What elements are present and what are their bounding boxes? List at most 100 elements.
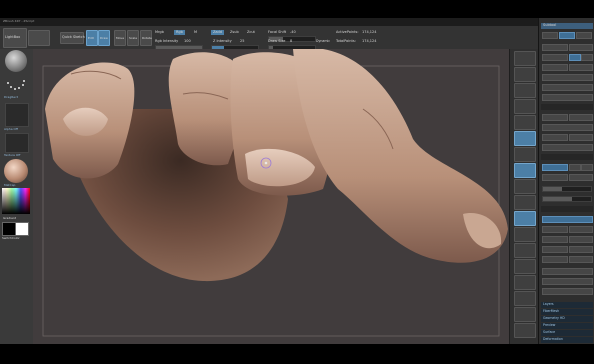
geometry-hd-section[interactable]: Geometry HD bbox=[541, 316, 593, 322]
focal-shift-label: Focal Shift bbox=[268, 30, 287, 34]
position-section[interactable] bbox=[542, 268, 593, 275]
zremesher-button[interactable] bbox=[542, 114, 568, 121]
switch-color-button[interactable]: SwitchColor bbox=[2, 236, 20, 241]
shelf-button-actual[interactable] bbox=[514, 115, 536, 130]
freeze-subdivision-button[interactable] bbox=[542, 74, 593, 81]
topology-option-7-button[interactable] bbox=[542, 256, 568, 263]
lightbox-toggle-button[interactable] bbox=[28, 30, 50, 46]
menu-bar: ZBrush 4R7 - ZScript bbox=[0, 18, 538, 26]
shelf-button-lsym[interactable] bbox=[514, 195, 536, 210]
modify-topology-button[interactable] bbox=[542, 216, 593, 223]
topology-option-8-button[interactable] bbox=[569, 256, 593, 263]
topology-option-4-button[interactable] bbox=[569, 236, 593, 243]
suv-button[interactable] bbox=[581, 54, 593, 61]
shelf-button-gxyz[interactable] bbox=[514, 211, 536, 226]
dynamesh-button[interactable] bbox=[542, 164, 568, 171]
zadd-button[interactable]: Zadd bbox=[211, 30, 224, 35]
rgb-intensity-value: 100 bbox=[184, 39, 191, 43]
shelf-button-scroll[interactable] bbox=[514, 83, 536, 98]
m-button[interactable]: M bbox=[194, 30, 197, 35]
quick-sketch-button[interactable]: Quick Sketch bbox=[60, 32, 85, 44]
crease-button[interactable] bbox=[542, 134, 568, 141]
tab-fibermesh[interactable] bbox=[576, 32, 592, 39]
shelf-button-bpr[interactable] bbox=[514, 51, 536, 66]
mrgb-button[interactable]: Mrgb bbox=[155, 30, 164, 35]
shelf-button-persp[interactable] bbox=[514, 147, 536, 162]
zbrush-window: ZBrush 4R7 - ZScript LightBox Quick Sket… bbox=[0, 0, 594, 364]
lower-res-button[interactable] bbox=[542, 44, 568, 51]
z-intensity-value: 25 bbox=[240, 39, 245, 43]
lightbox-button[interactable]: LightBox bbox=[3, 28, 27, 48]
shelf-button-aahalf[interactable] bbox=[514, 131, 536, 146]
convert-bpr-button[interactable] bbox=[542, 94, 593, 101]
claypolish-button[interactable] bbox=[542, 144, 593, 151]
shelf-button-local[interactable] bbox=[514, 179, 536, 194]
project-button[interactable] bbox=[569, 174, 593, 181]
dynamic-button[interactable]: Dynamic bbox=[316, 39, 330, 44]
color-picker[interactable] bbox=[2, 188, 30, 214]
draw-size-value: 8 bbox=[290, 39, 293, 43]
shelf-button-frame[interactable] bbox=[514, 227, 536, 242]
rgb-button[interactable]: Rgb bbox=[174, 30, 185, 35]
texture-slot[interactable] bbox=[5, 133, 29, 153]
tab-layers[interactable] bbox=[559, 32, 575, 39]
preview-section[interactable]: Preview bbox=[541, 323, 593, 329]
draw-button[interactable]: Draw bbox=[98, 30, 110, 46]
size-section[interactable] bbox=[542, 278, 593, 285]
z-intensity-label: Z Intensity bbox=[213, 39, 232, 43]
fibermesh-section[interactable]: FiberMesh bbox=[541, 309, 593, 315]
groups-button[interactable] bbox=[569, 164, 581, 171]
shelf-button-polyf[interactable] bbox=[514, 291, 536, 306]
zcut-button[interactable]: Zcut bbox=[247, 30, 255, 35]
shelf-button-spix[interactable] bbox=[514, 67, 536, 82]
subprojection-slider[interactable] bbox=[542, 196, 592, 202]
canvas-viewport[interactable] bbox=[33, 49, 509, 344]
polish-button[interactable] bbox=[581, 164, 593, 171]
topology-option-2-button[interactable] bbox=[569, 226, 593, 233]
zremesher-options-button[interactable] bbox=[569, 114, 593, 121]
topology-option-1-button[interactable] bbox=[542, 226, 568, 233]
shelf-button-move[interactable] bbox=[514, 243, 536, 258]
higher-res-button[interactable] bbox=[569, 44, 593, 51]
mesh-integrity-section[interactable] bbox=[542, 288, 593, 295]
topology-option-6-button[interactable] bbox=[569, 246, 593, 253]
shelf-button-transp[interactable] bbox=[514, 307, 536, 322]
deformation-section[interactable]: Deformation bbox=[541, 337, 593, 343]
letterbox-bottom bbox=[0, 344, 594, 364]
del-higher-button[interactable] bbox=[569, 64, 593, 71]
surface-section[interactable]: Surface bbox=[541, 330, 593, 336]
layers-section[interactable]: Layers bbox=[541, 302, 593, 308]
zremesher-section[interactable] bbox=[541, 104, 593, 110]
edge-loop-button[interactable] bbox=[542, 124, 593, 131]
del-lower-button[interactable] bbox=[542, 64, 568, 71]
shelf-button-floor[interactable] bbox=[514, 163, 536, 178]
move-button[interactable]: Move bbox=[114, 30, 126, 46]
standard-brush-icon[interactable] bbox=[5, 50, 27, 72]
shelf-button-scale[interactable] bbox=[514, 259, 536, 274]
shelf-button-zoom[interactable] bbox=[514, 99, 536, 114]
smt-button[interactable] bbox=[569, 54, 581, 61]
hand-model-render[interactable] bbox=[33, 49, 509, 344]
shelf-button-solo[interactable] bbox=[514, 323, 536, 338]
alpha-slot[interactable] bbox=[5, 103, 29, 127]
scale-button[interactable]: Scale bbox=[127, 30, 139, 46]
rotate-button[interactable]: Rotate bbox=[140, 30, 152, 46]
topology-option-5-button[interactable] bbox=[542, 246, 568, 253]
edit-button[interactable]: Edit bbox=[86, 30, 98, 46]
dynamesh-section[interactable] bbox=[541, 154, 593, 160]
shadowbox-button[interactable] bbox=[569, 134, 593, 141]
divide-button[interactable] bbox=[542, 54, 568, 61]
secondary-color-swatch[interactable] bbox=[15, 222, 29, 236]
zsub-button[interactable]: Zsub bbox=[230, 30, 239, 35]
reconstruct-subdiv-button[interactable] bbox=[542, 84, 593, 91]
topology-option-3-button[interactable] bbox=[542, 236, 568, 243]
stroke-dots-icon[interactable] bbox=[5, 77, 27, 93]
tessimate-section[interactable] bbox=[541, 206, 593, 212]
material-sphere-icon[interactable] bbox=[4, 159, 28, 183]
shelf-button-rotate[interactable] bbox=[514, 275, 536, 290]
alpha-label: Alpha Off bbox=[4, 127, 18, 131]
tab-geometry[interactable] bbox=[542, 32, 558, 39]
main-color-swatch[interactable] bbox=[2, 222, 16, 236]
resolution-slider[interactable] bbox=[542, 186, 592, 192]
blur-button[interactable] bbox=[542, 174, 568, 181]
